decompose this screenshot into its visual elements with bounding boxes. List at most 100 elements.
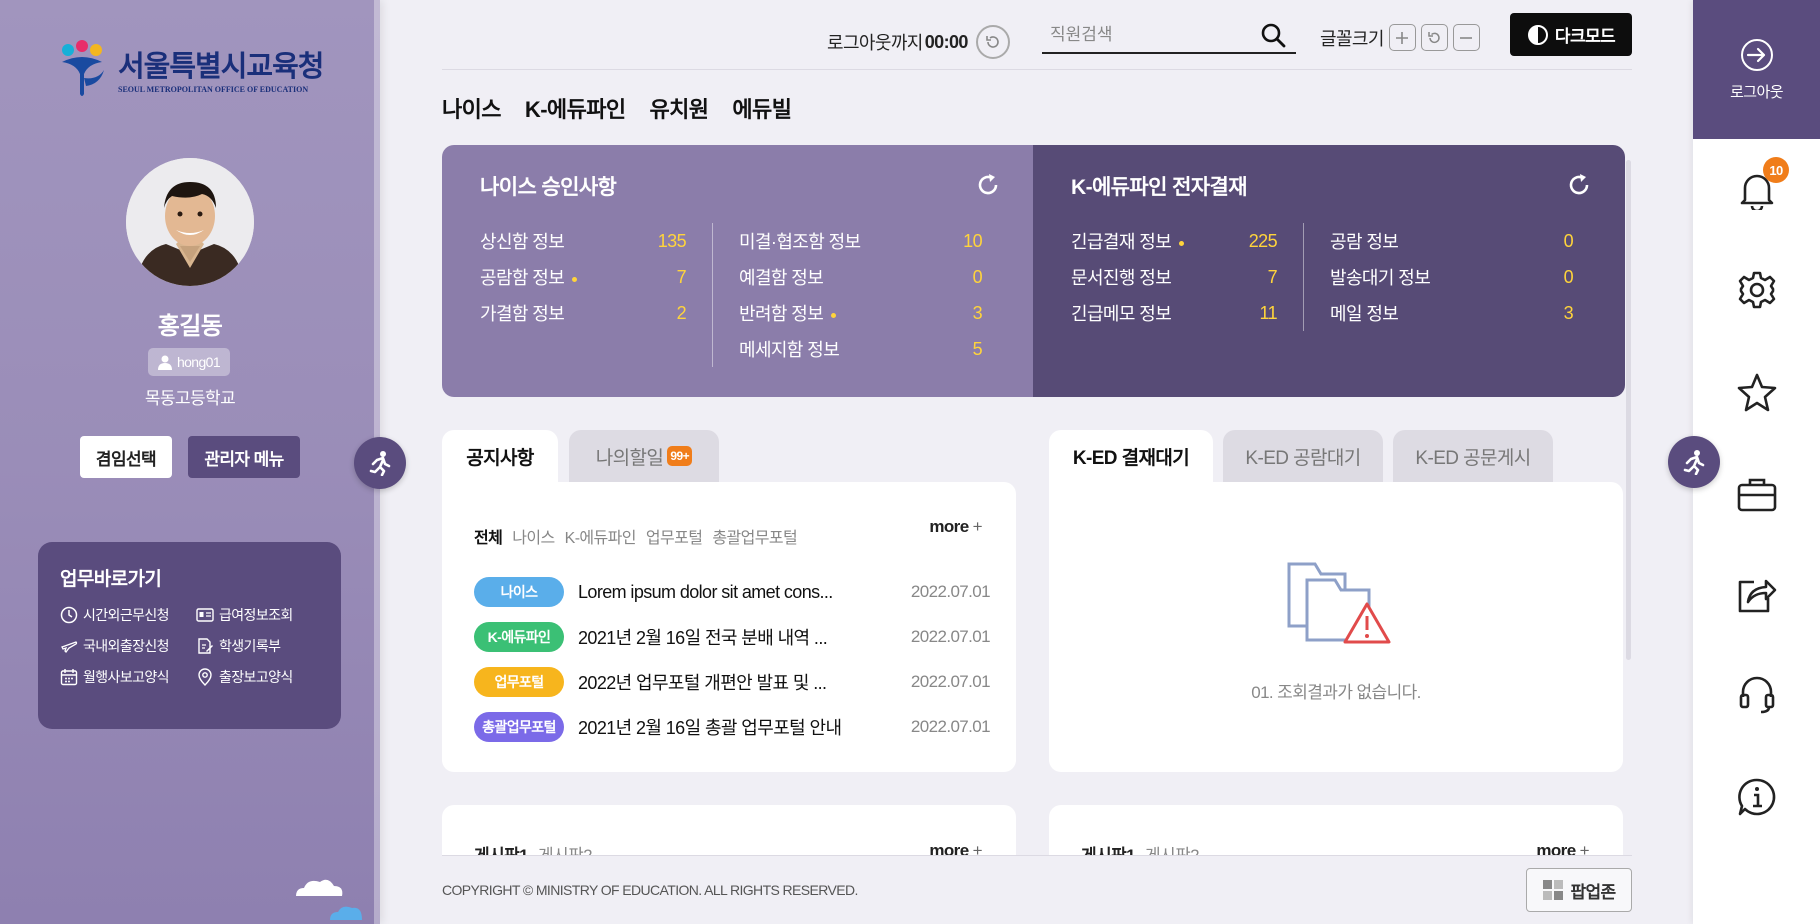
tab-notice[interactable]: 공지사항: [442, 430, 558, 482]
row-count: 7: [1267, 266, 1278, 287]
edufine-row-circulation[interactable]: 공람 정보 0: [1330, 223, 1574, 259]
notice-card: 전체 나이스 K-에듀파인 업무포털 총괄업무포털 more + 나이스 Lor…: [442, 482, 1016, 772]
more-label: more: [929, 517, 969, 536]
share-button[interactable]: [1735, 572, 1779, 616]
edufine-row-progress[interactable]: 문서진행 정보 7: [1071, 259, 1278, 295]
left-sidebar: 서울특별시교육청 SEOUL METROPOLITAN OFFICE OF ED…: [0, 0, 380, 924]
board-tab-2[interactable]: 게시판2: [1145, 841, 1200, 855]
board-more-link[interactable]: more +: [1536, 841, 1589, 855]
new-dot: [831, 312, 837, 318]
font-reset-button[interactable]: [1420, 24, 1448, 51]
location-pin-icon: [198, 668, 212, 686]
edufine-row-mail[interactable]: 메일 정보 3: [1330, 295, 1574, 331]
quick-link-student-record[interactable]: 학생기록부: [196, 636, 336, 656]
dark-mode-button[interactable]: 다크모드: [1510, 13, 1632, 56]
favorites-button[interactable]: [1735, 370, 1779, 414]
quick-link-monthly-report[interactable]: 월행사보고양식: [60, 667, 196, 687]
edufine-approval-panel: K-에듀파인 전자결재 긴급결재 정보 225 문서진행 정보 7 긴급메모 정보 1…: [1033, 145, 1625, 397]
tab-my-tasks[interactable]: 나의할일 99+: [569, 430, 719, 482]
filter-kedufine[interactable]: K-에듀파인: [565, 524, 637, 548]
refresh-icon[interactable]: [976, 173, 1000, 197]
extend-session-button[interactable]: [975, 25, 1010, 59]
minus-icon: [1460, 36, 1473, 39]
briefcase-icon: [1737, 478, 1777, 512]
logout-button[interactable]: 로그아웃: [1693, 0, 1820, 139]
neis-row-messages[interactable]: 메세지함 정보 5: [739, 331, 983, 367]
neis-row-approved[interactable]: 가결함 정보 2: [480, 295, 687, 331]
quick-link-overtime[interactable]: 시간외근무신청: [60, 605, 196, 625]
notice-item[interactable]: 총괄업무포털 2021년 2월 16일 총괄 업무포털 안내 2022.07.0…: [474, 712, 991, 742]
font-increase-button[interactable]: [1388, 24, 1416, 51]
category-badge: 업무포털: [474, 667, 564, 697]
notice-item[interactable]: 나이스 Lorem ipsum dolor sit amet cons... 2…: [474, 577, 991, 607]
row-count: 11: [1259, 302, 1278, 323]
font-decrease-button[interactable]: [1452, 24, 1480, 51]
quick-link-salary[interactable]: 급여정보조회: [196, 605, 336, 625]
org-logo[interactable]: 서울특별시교육청 SEOUL METROPOLITAN OFFICE OF ED…: [54, 38, 324, 98]
notice-more-link[interactable]: more +: [929, 517, 982, 537]
notice-date: 2022.07.01: [910, 672, 991, 691]
nav-kindergarten[interactable]: 유치원: [650, 92, 710, 124]
notice-item[interactable]: 업무포털 2022년 업무포털 개편안 발표 및 ... 2022.07.01: [474, 667, 991, 697]
tab-ked-approval[interactable]: K-ED 결재대기: [1049, 430, 1213, 482]
quick-link-trip-report[interactable]: 출장보고양식: [196, 667, 336, 687]
edufine-row-memo[interactable]: 긴급메모 정보 11: [1071, 295, 1278, 331]
nav-neis[interactable]: 나이스: [442, 92, 502, 124]
filter-neis[interactable]: 나이스: [512, 524, 555, 548]
notifications-button[interactable]: 10: [1735, 157, 1789, 211]
row-label: 긴급메모 정보: [1071, 304, 1172, 324]
nav-kedufine[interactable]: K-에듀파인: [525, 92, 626, 124]
quick-link-label: 출장보고양식: [219, 669, 293, 685]
edufine-row-send-wait[interactable]: 발송대기 정보 0: [1330, 259, 1574, 295]
user-id-text: hong01: [176, 354, 221, 370]
filter-all[interactable]: 전체: [474, 524, 503, 548]
admin-menu-button[interactable]: 관리자 메뉴: [188, 436, 300, 478]
filter-portal[interactable]: 업무포털: [646, 524, 703, 548]
row-label: 긴급결재 정보: [1071, 232, 1172, 252]
popup-zone-label: 팝업존: [1570, 882, 1616, 902]
refresh-icon[interactable]: [1567, 173, 1591, 197]
nav-eduville[interactable]: 에듀빌: [732, 92, 792, 124]
star-icon: [1737, 373, 1777, 412]
right-sidebar-toggle-button[interactable]: [1668, 436, 1720, 488]
settings-button[interactable]: [1735, 268, 1779, 312]
quick-links-panel: 업무바로가기 시간외근무신청 급여정보조회 국내외출장신청 학생기록부 월행사보…: [38, 542, 341, 729]
refresh-icon: [1428, 31, 1441, 43]
neis-approval-panel: 나이스 승인사항 상신함 정보 135 공람함 정보 7 가결함 정보 2 미결·협조…: [442, 145, 1034, 397]
notice-item[interactable]: K-에듀파인 2021년 2월 16일 전국 분배 내역 ... 2022.07…: [474, 622, 991, 652]
filter-general-portal[interactable]: 총괄업무포털: [712, 524, 797, 548]
row-count: 2: [676, 302, 687, 323]
running-person-icon: [1683, 450, 1705, 475]
neis-row-pending[interactable]: 미결·협조함 정보 10: [739, 223, 983, 259]
neis-row-circulation[interactable]: 공람함 정보 7: [480, 259, 687, 295]
notice-title: 2021년 2월 16일 총괄 업무포털 안내: [578, 718, 842, 738]
search-icon[interactable]: [1260, 22, 1286, 48]
left-sidebar-toggle-button[interactable]: [354, 437, 406, 489]
role-select-button[interactable]: 겸임선택: [80, 436, 172, 478]
row-count: 225: [1248, 230, 1278, 251]
support-button[interactable]: [1735, 672, 1779, 716]
neis-row-sent[interactable]: 상신함 정보 135: [480, 223, 687, 259]
board-tab-1[interactable]: 게시판1: [474, 841, 529, 855]
board-tab-2[interactable]: 게시판2: [538, 841, 593, 855]
info-button[interactable]: [1735, 775, 1779, 819]
service-nav: 나이스 K-에듀파인 유치원 에듀빌: [442, 92, 792, 124]
tab-ked-circulation[interactable]: K-ED 공람대기: [1223, 430, 1383, 482]
row-count: 0: [1563, 266, 1574, 287]
neis-row-preapproved[interactable]: 예결함 정보 0: [739, 259, 983, 295]
main-scrollbar[interactable]: [1626, 160, 1631, 660]
avatar[interactable]: [126, 158, 254, 286]
row-label: 공람함 정보: [480, 268, 565, 288]
popup-zone-button[interactable]: 팝업존: [1526, 868, 1632, 912]
work-button[interactable]: [1735, 472, 1779, 516]
board-more-link[interactable]: more +: [929, 841, 982, 855]
quick-link-trip[interactable]: 국내외출장신청: [60, 636, 196, 656]
board-tab-1[interactable]: 게시판1: [1081, 841, 1136, 855]
org-title: 서울특별시교육청: [118, 50, 324, 83]
tab-ked-posting[interactable]: K-ED 공문게시: [1393, 430, 1553, 482]
row-label: 상신함 정보: [480, 232, 565, 252]
employee-search-input[interactable]: [1042, 25, 1252, 45]
neis-row-rejected[interactable]: 반려함 정보 3: [739, 295, 983, 331]
edufine-row-urgent[interactable]: 긴급결재 정보 225: [1071, 223, 1278, 259]
new-dot: [1179, 240, 1185, 246]
